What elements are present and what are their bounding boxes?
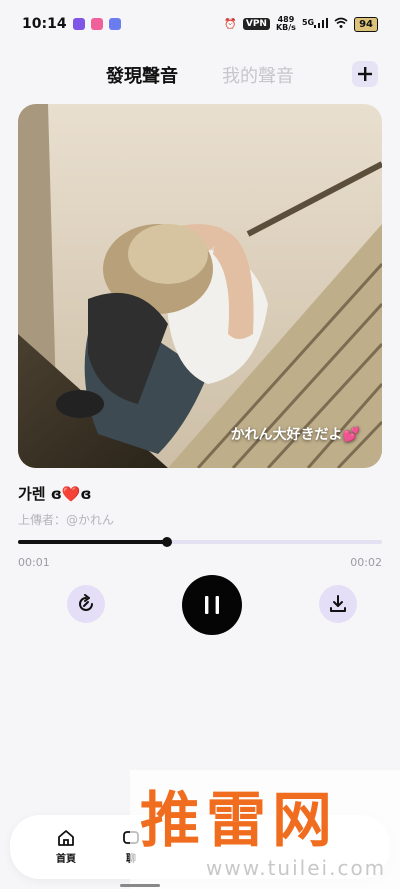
nav-home-label: 首頁 — [56, 854, 76, 865]
pause-icon — [205, 596, 219, 614]
progress-thumb[interactable] — [162, 537, 173, 547]
download-icon — [330, 595, 346, 612]
signal-label: 5G — [301, 17, 315, 27]
alarm-icon: ⏰ — [224, 18, 237, 30]
header: 發現聲音 我的聲音 — [0, 58, 400, 92]
signal-icon: 5G — [301, 17, 329, 31]
pause-button[interactable] — [182, 575, 242, 635]
home-icon — [58, 830, 74, 846]
watermark-url: www.tuilei.com — [206, 856, 387, 880]
status-time: 10:14 — [22, 16, 67, 32]
battery-indicator: 94 — [354, 16, 378, 32]
current-time: 00:01 — [18, 556, 50, 569]
status-bar: 10:14 ⏰ VPN 489 KB/s 5G 94 — [0, 0, 400, 48]
watermark: 推雷网 www.tuilei.com — [130, 770, 400, 889]
nav-home[interactable]: 首頁 — [56, 829, 76, 865]
app-notification-icon — [108, 18, 121, 30]
total-time: 00:02 — [350, 556, 382, 569]
cover-photo — [18, 104, 382, 468]
home-indicator — [120, 884, 160, 887]
download-button[interactable] — [319, 585, 357, 623]
app-notification-icon — [90, 18, 103, 30]
track-title: 가렌 ɞ❤️ɞ — [18, 485, 92, 503]
status-left: 10:14 — [22, 16, 121, 32]
cover-caption: かれん大好きだよ💕 — [230, 427, 360, 443]
net-speed: 489 KB/s — [276, 16, 296, 32]
cover-image: かれん大好きだよ💕 — [18, 104, 382, 468]
add-button[interactable] — [352, 61, 378, 87]
wifi-icon — [334, 17, 348, 31]
tab-mine[interactable]: 我的聲音 — [222, 62, 294, 88]
net-speed-unit: KB/s — [275, 23, 296, 32]
progress-fill — [18, 540, 168, 544]
uploader-label: 上傳者：@かれん — [18, 513, 115, 527]
replay-button[interactable] — [67, 585, 105, 623]
status-right: ⏰ VPN 489 KB/s 5G 94 — [224, 16, 378, 32]
replay-icon — [79, 594, 93, 611]
tab-discover[interactable]: 發現聲音 — [106, 62, 178, 88]
app-notification-icon — [72, 18, 85, 30]
vpn-badge: VPN — [242, 18, 270, 30]
watermark-brand: 推雷网 — [140, 786, 338, 856]
plus-icon — [358, 67, 372, 81]
progress-bar[interactable] — [18, 537, 382, 547]
